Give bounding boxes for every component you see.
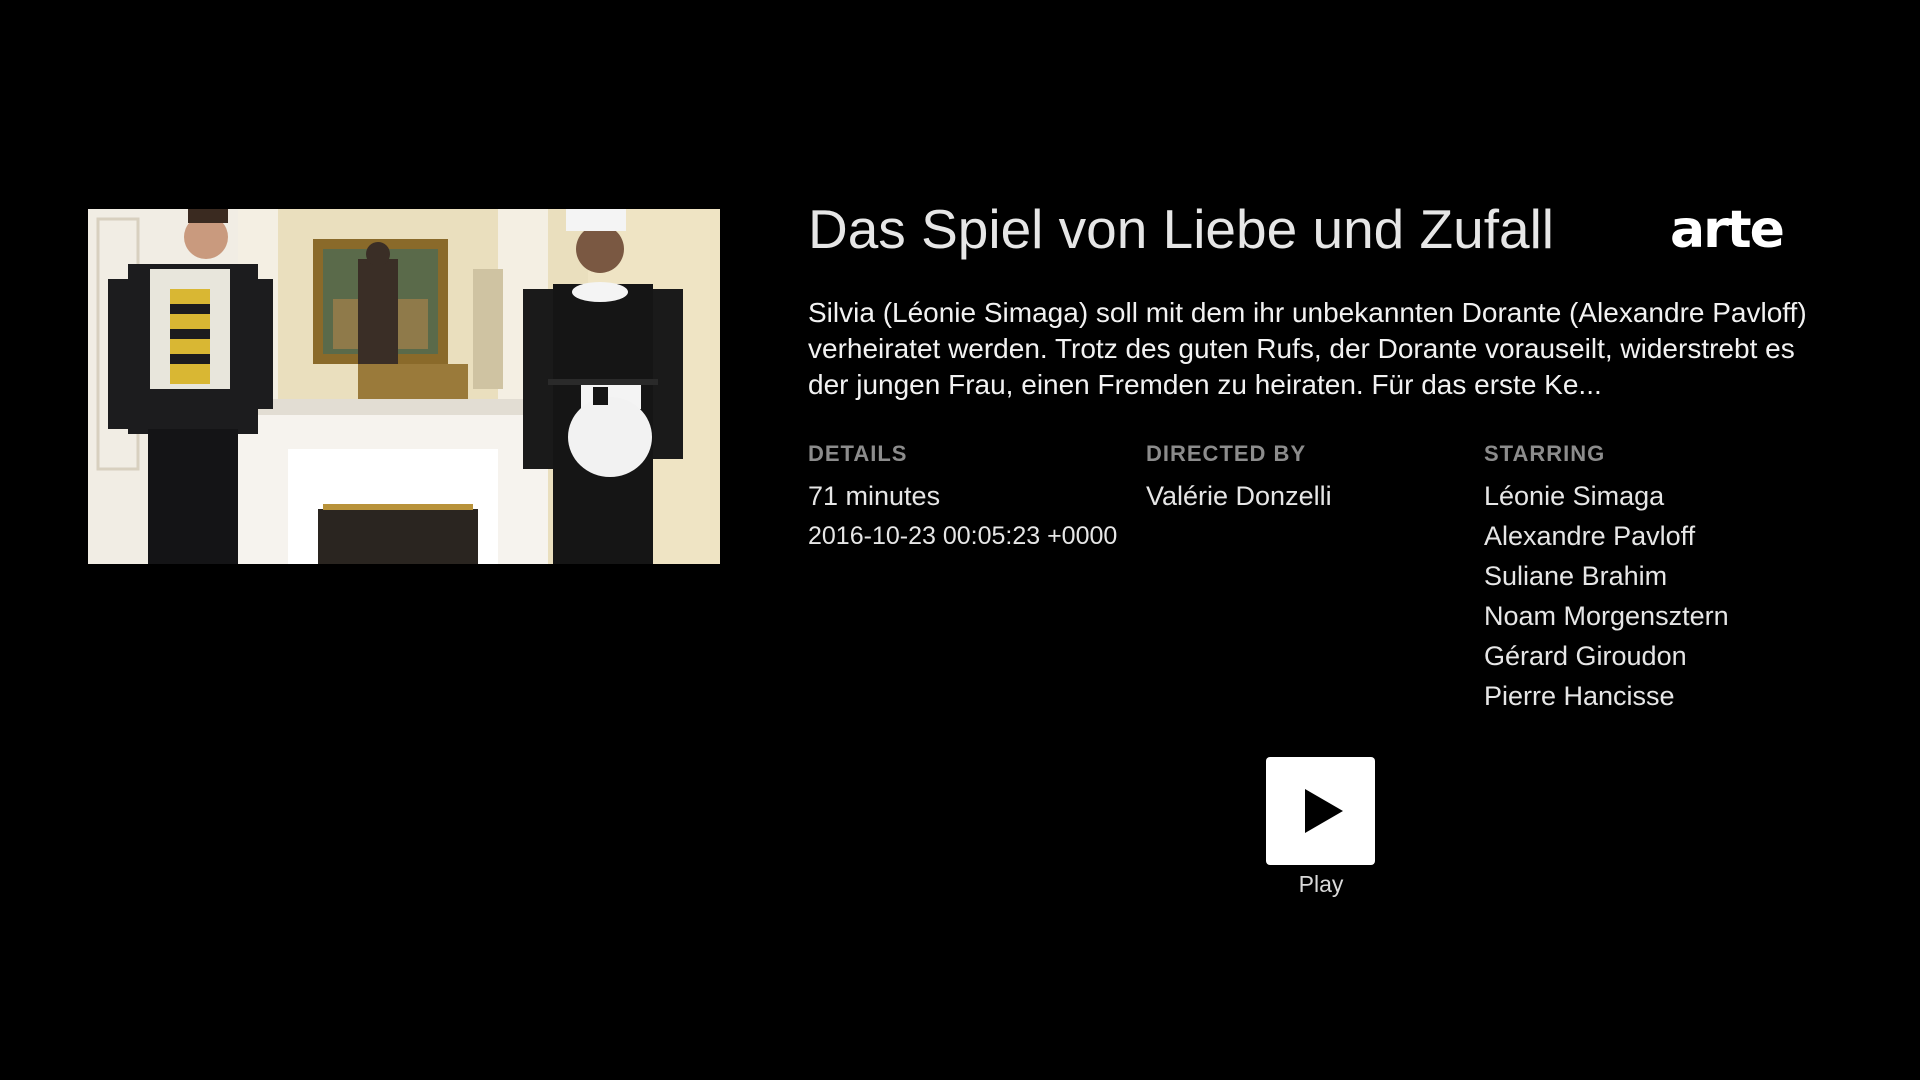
movie-description[interactable]: Silvia (Léonie Simaga) soll mit dem ihr … [808,295,1838,403]
starring-heading: STARRING [1484,441,1606,466]
details-heading: DETAILS [808,441,908,466]
duration-text: 71 minutes [808,481,941,511]
cast-member: Alexandre Pavloff [1484,521,1696,551]
director-name: Valérie Donzelli [1146,481,1332,511]
details-column: DETAILS 71 minutes 2016-10-23 00:05:23 +… [808,440,1138,556]
movie-detail-screen: Das Spiel von Liebe und Zufall arte Silv… [0,0,1920,1080]
starring-column: STARRING Léonie Simaga Alexandre Pavloff… [1484,440,1864,716]
cast-member: Gérard Giroudon [1484,641,1687,671]
director-column: DIRECTED BY Valérie Donzelli [1146,440,1476,516]
play-icon [1305,789,1343,833]
play-button[interactable] [1266,757,1375,865]
poster-illustration [88,209,720,564]
cast-member: Noam Morgensztern [1484,601,1729,631]
movie-title: Das Spiel von Liebe und Zufall [808,198,1555,260]
arte-logo: arte [1670,200,1785,260]
cast-member: Pierre Hancisse [1484,681,1675,711]
director-heading: DIRECTED BY [1146,441,1307,466]
air-date-text: 2016-10-23 00:05:23 +0000 [808,522,1118,550]
cast-member: Suliane Brahim [1484,561,1668,591]
movie-poster-image [88,209,720,564]
cast-member: Léonie Simaga [1484,481,1665,511]
play-label: Play [1298,871,1344,897]
